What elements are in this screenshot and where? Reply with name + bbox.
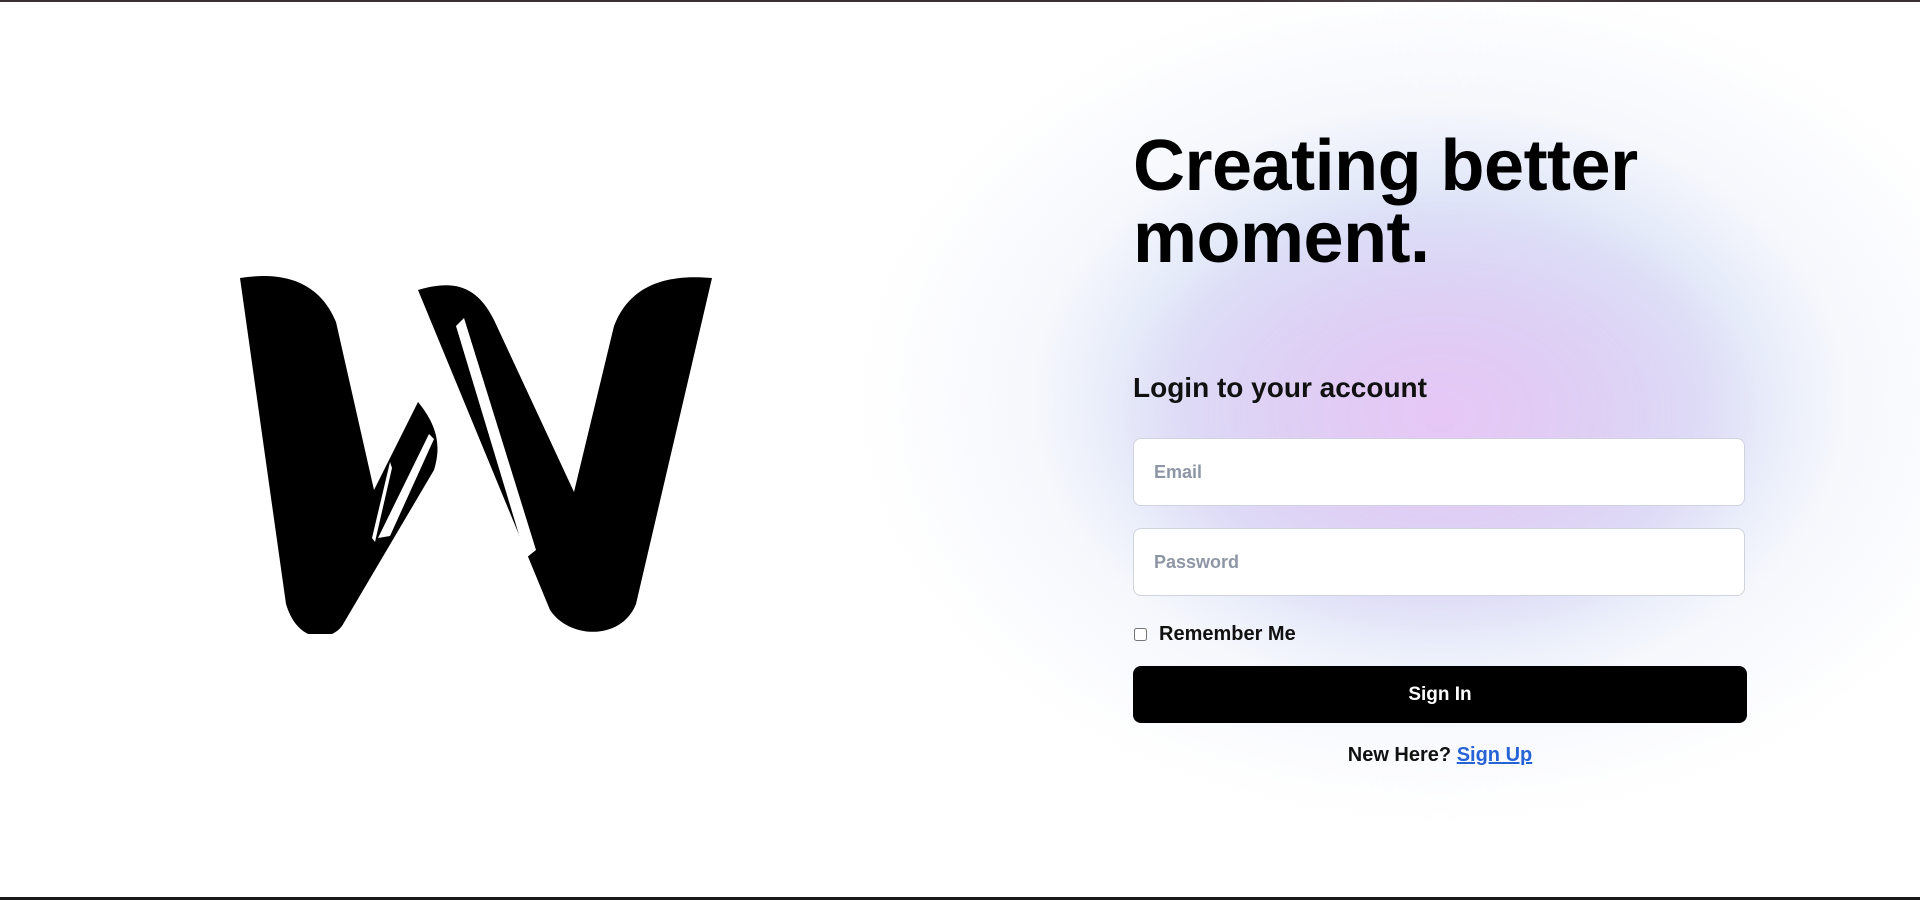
remember-me-checkbox[interactable] xyxy=(1134,628,1147,641)
remember-me-label: Remember Me xyxy=(1159,623,1296,645)
login-panel: Creating better moment. Login to your ac… xyxy=(1133,126,1747,766)
hero-headline: Creating better moment. xyxy=(1133,126,1638,278)
signup-row: New Here? Sign Up xyxy=(1133,744,1747,767)
sign-in-button[interactable]: Sign In xyxy=(1133,666,1747,723)
signup-prompt: New Here? xyxy=(1347,744,1457,766)
login-page: Creating better moment. Login to your ac… xyxy=(0,0,1920,900)
login-heading: Login to your account xyxy=(1133,372,1427,403)
email-field[interactable] xyxy=(1133,438,1745,506)
remember-me-row[interactable]: Remember Me xyxy=(1133,623,1296,646)
w-logo-icon xyxy=(238,274,720,634)
top-border xyxy=(0,0,1920,2)
sign-up-link[interactable]: Sign Up xyxy=(1457,744,1533,766)
password-field[interactable] xyxy=(1133,528,1745,596)
